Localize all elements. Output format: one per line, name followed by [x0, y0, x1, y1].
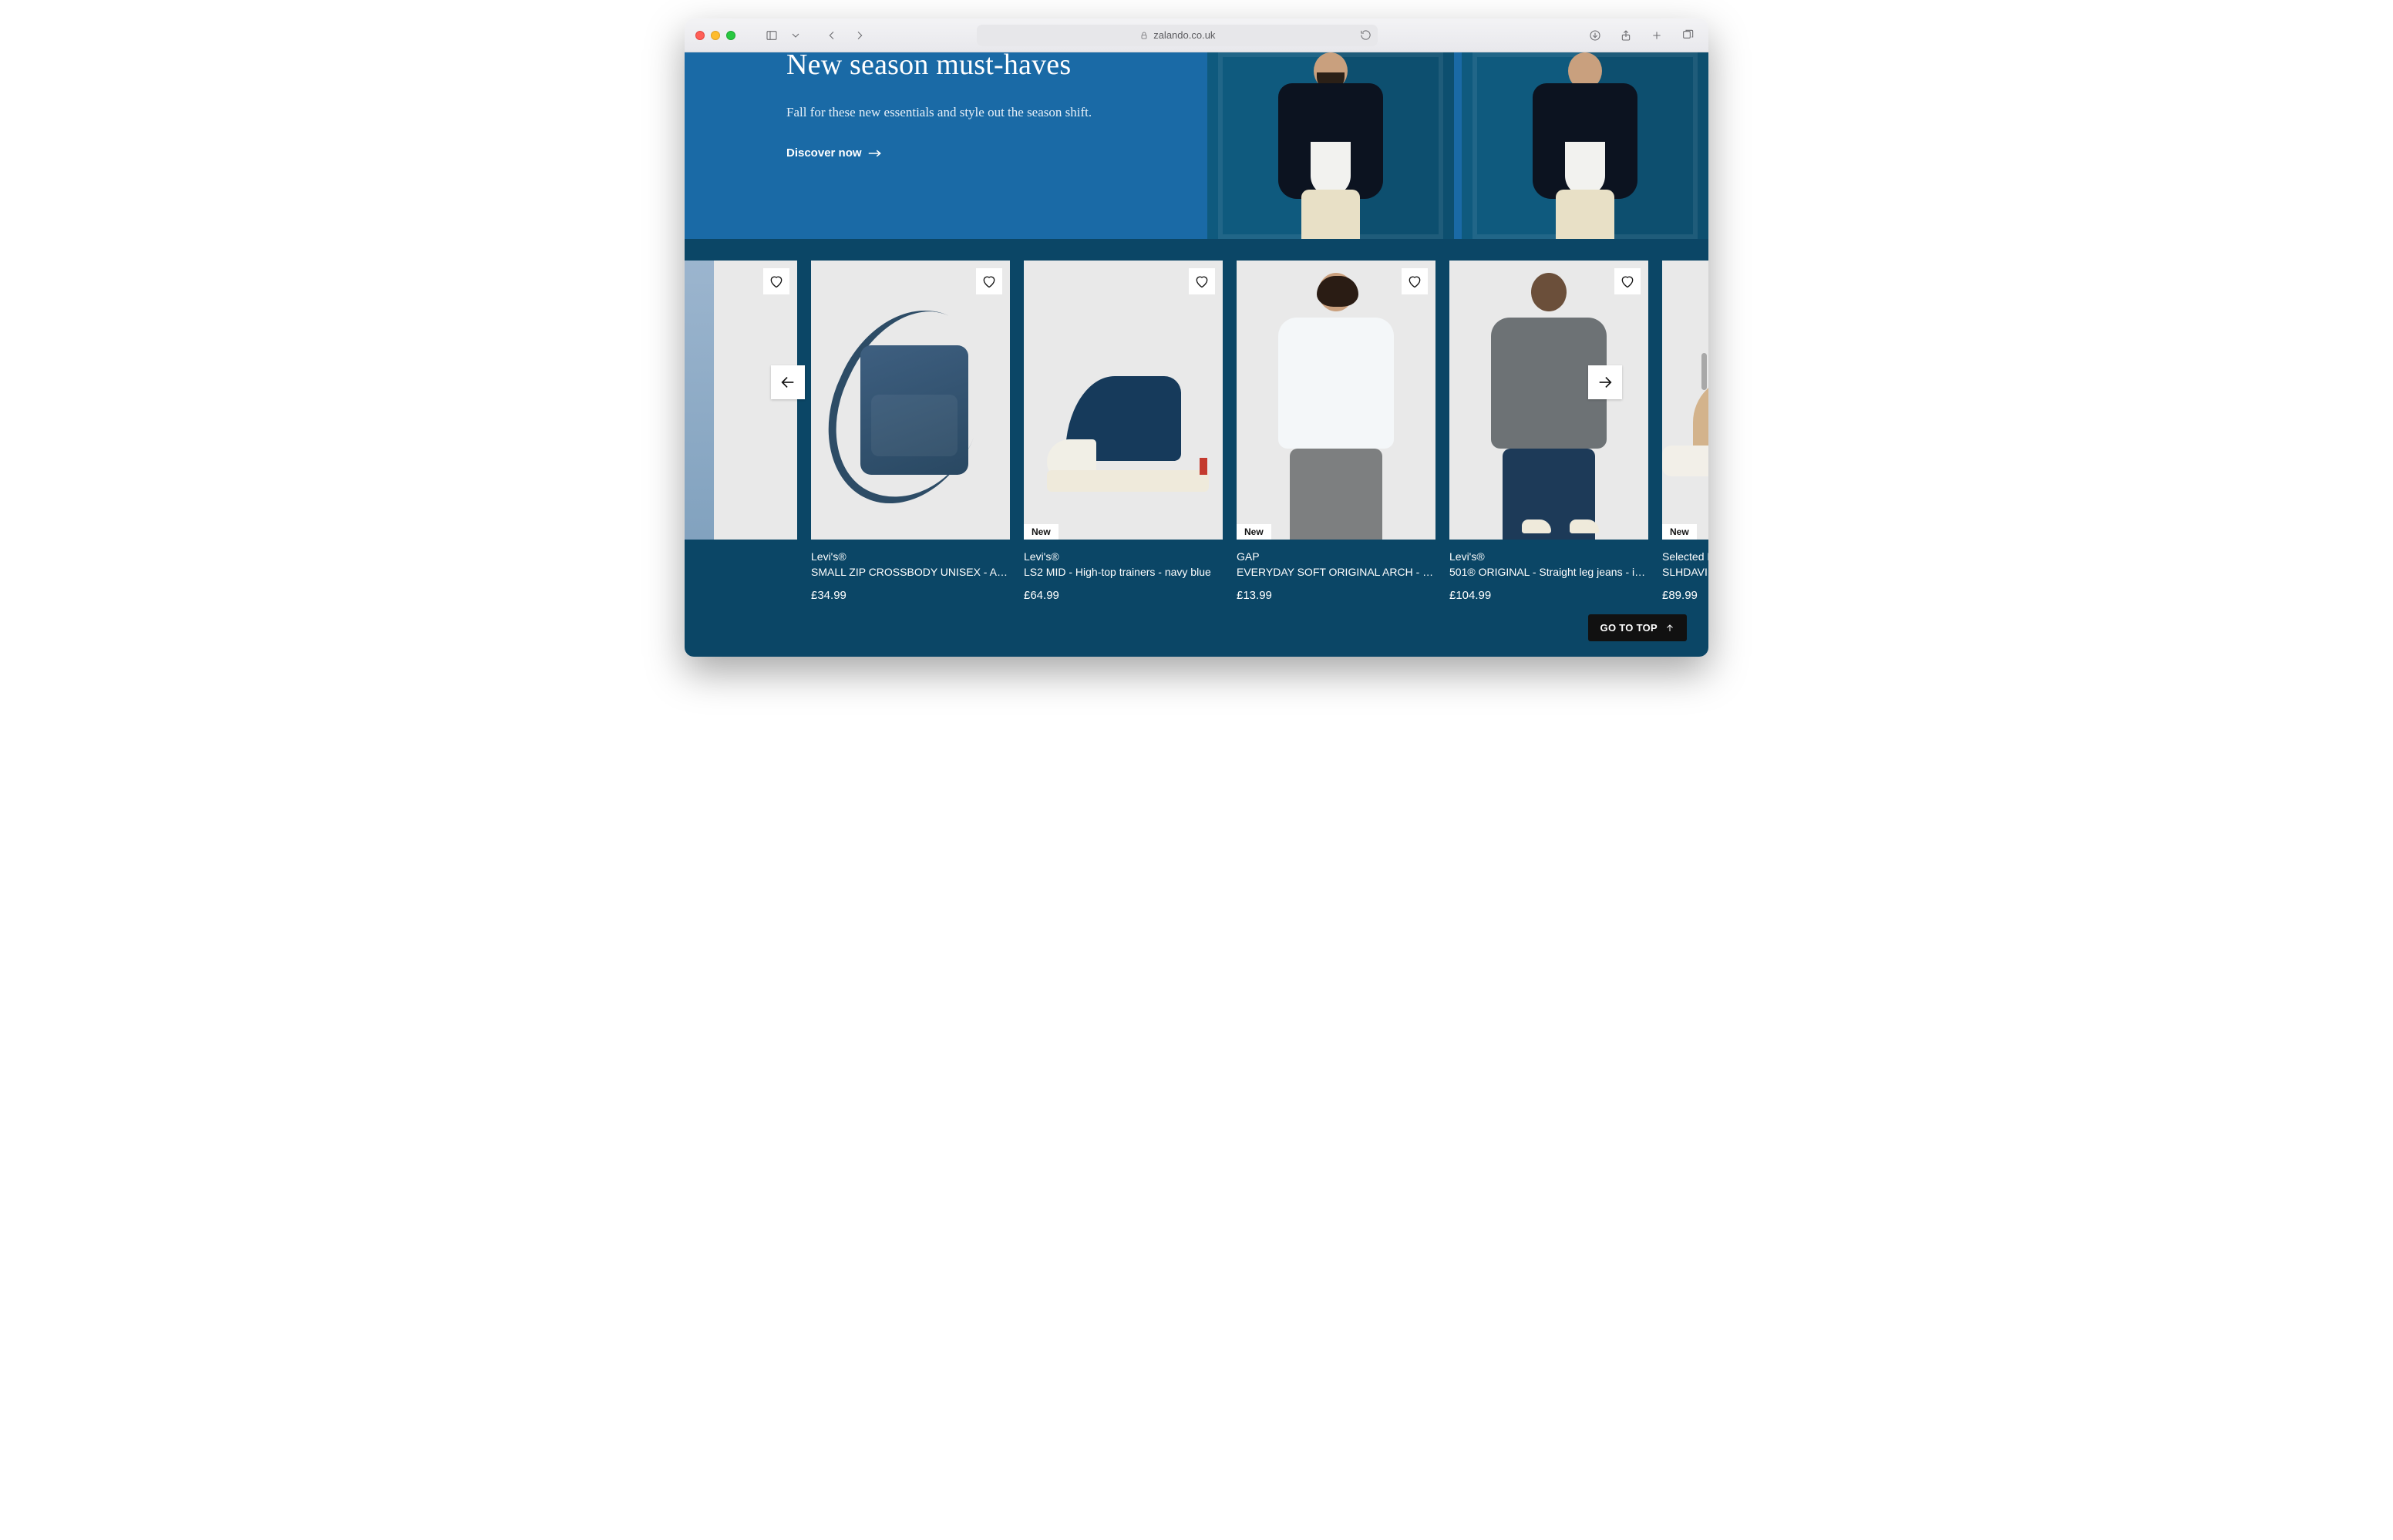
nav-back-button[interactable] [822, 25, 842, 45]
hero-images [1207, 52, 1708, 239]
downloads-button[interactable] [1585, 25, 1605, 45]
browser-window: zalando.co.uk New season must-haves Fall [685, 18, 1708, 657]
product-title: SMALL ZIP CROSSBODY UNISEX - Acros… [811, 566, 1010, 578]
product-brand: Levi's® [811, 550, 1010, 563]
product-title: ans - blue de… [685, 550, 797, 563]
product-card[interactable]: Levi's® 501® ORIGINAL - Straight leg jea… [1449, 261, 1648, 602]
tab-group-dropdown[interactable] [789, 25, 802, 45]
arrow-left-icon [779, 374, 796, 391]
heart-icon [769, 274, 784, 289]
product-price: £89.99 [1662, 589, 1708, 602]
hero-title: New season must-haves [786, 52, 1092, 82]
product-brand: Levi's® [1449, 550, 1648, 563]
scrollbar-thumb[interactable] [1701, 353, 1707, 390]
sidebar-toggle-button[interactable] [762, 25, 782, 45]
product-title: LS2 MID - High-top trainers - navy blue [1024, 566, 1223, 578]
product-image [685, 261, 797, 540]
product-image [811, 261, 1010, 540]
product-image: New [1237, 261, 1435, 540]
product-price: £13.99 [1237, 589, 1435, 602]
wishlist-button[interactable] [1189, 268, 1215, 294]
product-card[interactable]: ans - blue de… [685, 261, 797, 573]
product-carousel: ans - blue de… Levi's® SMALL ZIP CROSSBO… [685, 239, 1708, 645]
hero-banner: New season must-haves Fall for these new… [685, 52, 1708, 239]
product-brand: GAP [1237, 550, 1435, 563]
carousel-prev-button[interactable] [771, 365, 805, 399]
product-brand: Selected Homm [1662, 550, 1708, 563]
hero-image [1207, 52, 1454, 239]
hero-subtitle: Fall for these new essentials and style … [786, 105, 1092, 120]
arrow-right-icon [868, 149, 882, 158]
heart-icon [1407, 274, 1422, 289]
new-badge: New [1237, 524, 1271, 540]
wishlist-button[interactable] [1402, 268, 1428, 294]
heart-icon [1194, 274, 1210, 289]
product-title: EVERYDAY SOFT ORIGINAL ARCH - Prin… [1237, 566, 1435, 578]
product-price: £34.99 [811, 589, 1010, 602]
product-card[interactable]: New Selected Homm SLHDAVID CHU £89.99 [1662, 261, 1708, 602]
product-title: 501® ORIGINAL - Straight leg jeans - it'… [1449, 566, 1648, 578]
product-card[interactable]: New Levi's® LS2 MID - High-top trainers … [1024, 261, 1223, 602]
address-bar[interactable]: zalando.co.uk [977, 25, 1378, 46]
nav-forward-button[interactable] [850, 25, 870, 45]
product-price: £104.99 [1449, 589, 1648, 602]
share-button[interactable] [1616, 25, 1636, 45]
lock-icon [1139, 31, 1149, 40]
window-controls [695, 31, 735, 40]
new-badge: New [1024, 524, 1059, 540]
minimize-window-button[interactable] [711, 31, 720, 40]
product-card[interactable]: Levi's® SMALL ZIP CROSSBODY UNISEX - Acr… [811, 261, 1010, 602]
heart-icon [1620, 274, 1635, 289]
product-image: New [1024, 261, 1223, 540]
arrow-up-icon [1665, 624, 1674, 633]
carousel-next-button[interactable] [1588, 365, 1622, 399]
hero-cta-link[interactable]: Discover now [786, 146, 882, 160]
wishlist-button[interactable] [763, 268, 789, 294]
hero-image [1462, 52, 1708, 239]
fullscreen-window-button[interactable] [726, 31, 735, 40]
new-badge: New [1662, 524, 1697, 540]
arrow-right-icon [1597, 374, 1614, 391]
go-to-top-button[interactable]: GO TO TOP [1588, 614, 1687, 641]
go-to-top-label: GO TO TOP [1600, 622, 1658, 634]
product-title: SLHDAVID CHU [1662, 566, 1708, 578]
hero-cta-label: Discover now [786, 146, 862, 160]
reload-icon[interactable] [1360, 29, 1372, 41]
product-price: £64.99 [1024, 589, 1223, 602]
product-image: New [1662, 261, 1708, 540]
tab-overview-button[interactable] [1678, 25, 1698, 45]
product-image [1449, 261, 1648, 540]
close-window-button[interactable] [695, 31, 705, 40]
product-brand: Levi's® [1024, 550, 1223, 563]
product-card[interactable]: New GAP EVERYDAY SOFT ORIGINAL ARCH - Pr… [1237, 261, 1435, 602]
wishlist-button[interactable] [976, 268, 1002, 294]
heart-icon [981, 274, 997, 289]
address-bar-domain: zalando.co.uk [1153, 29, 1215, 41]
browser-titlebar: zalando.co.uk [685, 18, 1708, 52]
new-tab-button[interactable] [1647, 25, 1667, 45]
wishlist-button[interactable] [1614, 268, 1641, 294]
page-viewport: New season must-haves Fall for these new… [685, 52, 1708, 657]
carousel-rail: ans - blue de… Levi's® SMALL ZIP CROSSBO… [685, 261, 1708, 602]
